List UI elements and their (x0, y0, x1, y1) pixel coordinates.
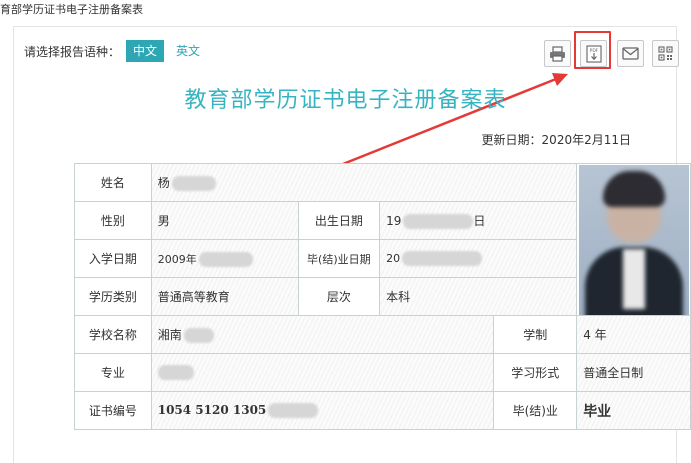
document-title: 教育部学历证书电子注册备案表 (184, 88, 507, 113)
cert-no-value: 1054 5120 1305 (150, 391, 495, 430)
name-label: 姓名 (74, 163, 152, 202)
enroll-text: 2009年 (157, 252, 197, 266)
redaction-blur (268, 403, 319, 418)
redaction-blur (183, 328, 214, 343)
table-row: 证书编号 1054 5120 1305 毕(结)业 毕业 (74, 391, 691, 430)
table-row: 姓名 杨 (74, 163, 691, 316)
study-form-label: 学习形式 (493, 353, 578, 392)
redaction-blur (198, 251, 253, 267)
graduate-text: 20 (386, 252, 401, 265)
duration-value: 4 年 (576, 315, 691, 354)
graduate-label: 毕(结)业日期 (297, 239, 381, 278)
cert-no-label: 证书编号 (74, 391, 152, 430)
redaction-blur (171, 176, 216, 191)
birth-value: 19 日 (379, 201, 578, 240)
student-photo (578, 164, 689, 315)
grad-status-value: 毕业 (576, 391, 691, 430)
gender-value: 男 (150, 201, 299, 240)
table-row: 学校名称 湘南 学制 4 年 (74, 315, 691, 354)
school-text: 湘南 (157, 328, 182, 342)
school-value: 湘南 (150, 315, 495, 354)
birth-text: 19 (386, 214, 402, 228)
level-label: 层次 (297, 277, 381, 316)
record-table: 姓名 杨 性别 男 出生日期 19 日 入学日期 2009年 毕(结)业日期 20… (74, 163, 691, 430)
level-value: 本科 (379, 277, 578, 316)
enroll-value: 2009年 (150, 239, 299, 278)
study-form-value: 普通全日制 (576, 353, 691, 392)
birth-tail: 日 (473, 214, 486, 228)
update-date: 更新日期：2020年2月11日 (481, 133, 631, 147)
school-label: 学校名称 (74, 315, 152, 354)
table-row: 专业 学习形式 普通全日制 (74, 353, 691, 392)
grad-status-label: 毕(结)业 (493, 391, 578, 430)
edu-type-label: 学历类别 (74, 277, 152, 316)
gender-label: 性别 (74, 201, 152, 240)
photo-cell (576, 163, 691, 316)
name-text: 杨 (157, 176, 170, 190)
cert-no-text: 1054 5120 1305 (157, 403, 267, 417)
major-label: 专业 (74, 353, 152, 392)
enroll-label: 入学日期 (74, 239, 152, 278)
graduate-value: 20 (379, 239, 578, 278)
name-value: 杨 (150, 163, 578, 202)
redaction-blur (402, 251, 483, 266)
edu-type-value: 普通高等教育 (150, 277, 299, 316)
redaction-blur (157, 365, 194, 380)
duration-label: 学制 (493, 315, 578, 354)
birth-label: 出生日期 (297, 201, 381, 240)
major-value (150, 353, 495, 392)
redaction-blur (403, 214, 474, 229)
